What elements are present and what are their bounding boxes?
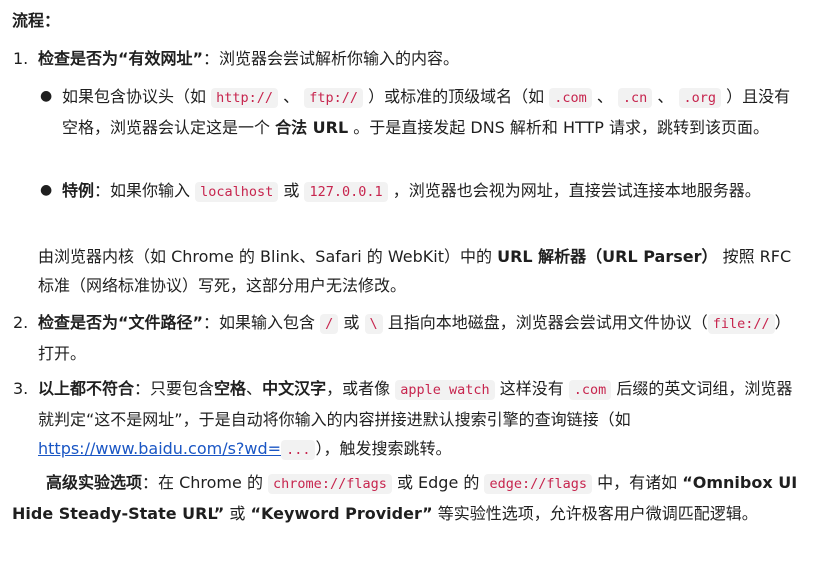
inline-code: apple watch [395,380,495,400]
list-number: 1. [13,49,29,68]
list-item-2: 检查是否为“文件路径”：如果输入包含 / 或 \ 且指向本地磁盘，浏览器会尝试用… [38,313,791,363]
list-number: 3. [13,379,29,398]
article-body: 流程： 1. 检查是否为“有效网址”：浏览器会尝试解析你输入的内容。 ● 如果包… [0,0,818,564]
section-label: 流程： [12,11,61,30]
inline-code: .com [549,88,592,108]
list-item-1-bullet-1: 如果包含协议头（如 http:// 、 ftp:// ）或标准的顶级域名（如 .… [62,87,791,137]
inline-code: ... [281,440,316,460]
advanced-options-paragraph: 高级实验选项：在 Chrome 的 chrome://flags 或 Edge … [12,473,798,523]
inline-code: file:// [707,314,775,334]
list-number: 2. [13,313,29,332]
inline-code: 127.0.0.1 [304,182,388,202]
inline-code: localhost [195,182,279,202]
inline-code: ftp:// [304,88,363,108]
inline-code: \ [364,314,383,334]
search-url-link[interactable]: https://www.baidu.com/s?wd= [38,439,281,458]
item-title: 检查是否为“有效网址” [38,49,204,68]
inline-code: chrome://flags [268,474,392,494]
inline-code: .cn [617,88,653,108]
list-item-1-heading: 检查是否为“有效网址”：浏览器会尝试解析你输入的内容。 [38,44,798,73]
list-item-1-note: 由浏览器内核（如 Chrome 的 Blink、Safari 的 WebKit）… [38,247,792,295]
bullet-icon: ● [40,88,53,104]
inline-code: .org [678,88,722,108]
list-item-1-bullet-2: 特例：如果你输入 localhost 或 127.0.0.1 ，浏览器也会视为网… [62,181,761,202]
bullet-icon: ● [40,182,53,198]
item-title: 以上都不符合 [38,379,135,398]
inline-code: / [320,314,339,334]
list-item-3: 以上都不符合：只要包含空格、中文汉字，或者像 apple watch 这样没有 … [38,379,793,460]
inline-code: .com [568,380,612,400]
item-title: 检查是否为“文件路径” [38,313,204,332]
inline-code: edge://flags [484,474,593,494]
item-desc: ：浏览器会尝试解析你输入的内容。 [203,49,460,68]
inline-code: http:// [211,88,279,108]
